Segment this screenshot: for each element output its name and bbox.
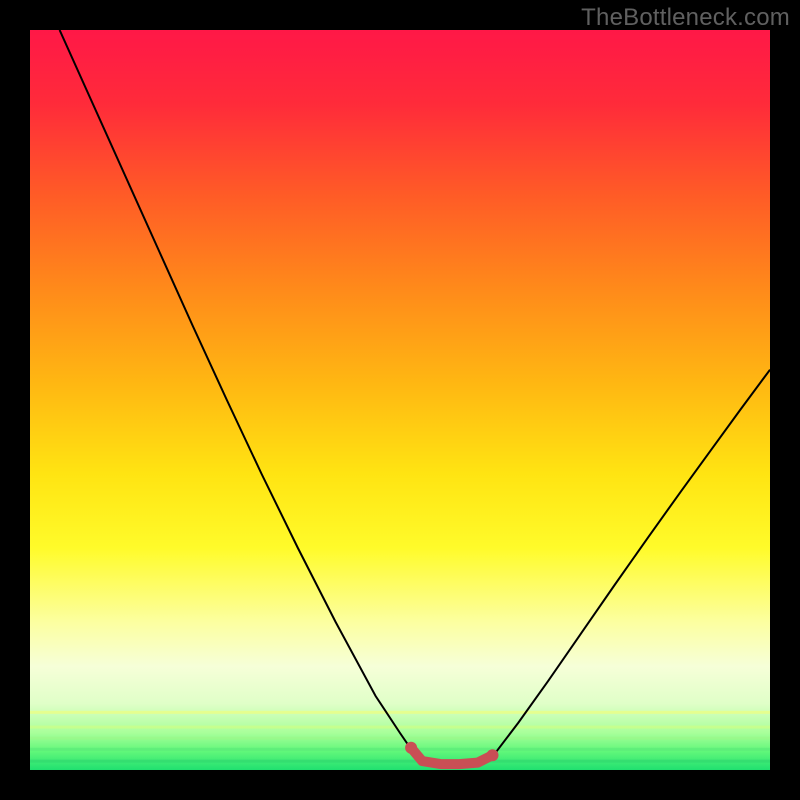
chart-frame: TheBottleneck.com [0,0,800,800]
bottleneck-plot [30,30,770,770]
watermark-text: TheBottleneck.com [581,4,790,32]
plot-area [30,30,770,770]
gradient-background [30,30,770,770]
